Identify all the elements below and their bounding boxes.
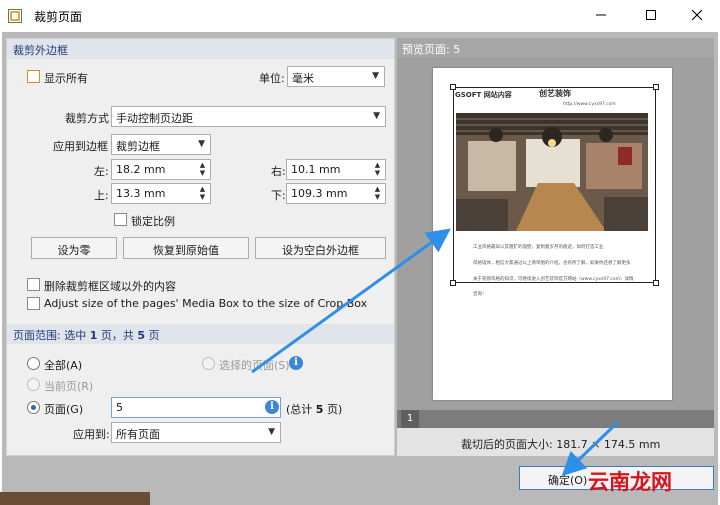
crop-margins-header: 裁剪外边框 (7, 39, 394, 59)
current-page-radio[interactable] (27, 378, 40, 391)
unit-select-value: 毫米 (292, 72, 314, 85)
apply-to-box-label: 应用到边框 (53, 140, 108, 153)
page-range-header: 页面范围: 选中 1 页，共 5 页 (7, 324, 394, 344)
crop-settings-panel: 裁剪外边框 显示所有 单位: 毫米 ▼ 裁剪方式 手动控制页边距 ▼ 应用到边框… (6, 38, 395, 456)
crop-rectangle[interactable] (450, 84, 659, 286)
apply-to-label: 应用到: (73, 428, 110, 441)
crop-handle-bottom-left[interactable] (450, 280, 456, 286)
apply-to-value: 所有页面 (116, 428, 160, 441)
left-margin-spinner[interactable]: 18.2 mm ▲ ▼ (111, 159, 211, 180)
total-pages-note: (总计 5 页) (286, 401, 342, 417)
top-margin-label: 上: (94, 189, 109, 202)
minimize-icon (596, 14, 606, 16)
current-page-label: 当前页(R) (44, 380, 94, 393)
pages-input[interactable]: 5 (111, 397, 281, 418)
right-margin-value: 10.1 mm (291, 163, 341, 176)
spin-up-icon[interactable]: ▲ (198, 185, 207, 193)
background-window-strip (0, 492, 150, 505)
selected-pages-label: 选择的页面(S) (219, 359, 290, 372)
close-button[interactable] (674, 0, 720, 30)
total-note-count: 5 (315, 403, 324, 416)
preview-header: 预览页面: 5 (397, 38, 714, 58)
unit-select[interactable]: 毫米 ▼ (287, 66, 385, 87)
left-margin-label: 左: (94, 165, 109, 178)
crop-method-label: 裁剪方式 (65, 112, 109, 125)
chevron-down-icon: ▼ (198, 139, 205, 149)
cropped-size-label: 裁切后的页面大小: 181.7 × 174.5 mm (461, 438, 661, 451)
spin-down-icon[interactable]: ▼ (198, 169, 207, 177)
maximize-button[interactable] (628, 0, 674, 30)
page-range-middle: 页，共 (100, 329, 134, 342)
info-icon[interactable]: i (265, 400, 279, 414)
watermark-text: 云南龙网 (588, 470, 672, 494)
all-pages-label: 全部(A) (44, 359, 83, 372)
chevron-down-icon: ▼ (373, 111, 380, 121)
delete-outside-label: 删除裁剪框区域以外的内容 (44, 280, 176, 293)
chevron-down-icon: ▼ (268, 427, 275, 437)
title-bar: 裁剪页面 (0, 0, 720, 32)
set-zero-button[interactable]: 设为零 (31, 237, 117, 259)
spin-up-icon[interactable]: ▲ (373, 185, 382, 193)
adjust-media-box-checkbox[interactable] (27, 297, 40, 310)
page-range-total-count: 5 (137, 329, 146, 342)
restore-original-button[interactable]: 恢复到原始值 (123, 237, 249, 259)
lock-ratio-label: 锁定比例 (131, 215, 175, 228)
page-thumbnail[interactable]: 1 (401, 410, 419, 428)
left-margin-value: 18.2 mm (116, 163, 166, 176)
apply-to-select[interactable]: 所有页面 ▼ (111, 422, 281, 443)
crop-method-select[interactable]: 手动控制页边距 ▼ (111, 106, 386, 127)
crop-method-value: 手动控制页边距 (116, 112, 193, 125)
crop-handle-top-right[interactable] (653, 84, 659, 90)
spin-down-icon[interactable]: ▼ (373, 193, 382, 201)
ok-button-label: 确定(O) (548, 474, 588, 487)
lock-ratio-checkbox[interactable] (114, 213, 127, 226)
pages-radio[interactable] (27, 401, 40, 414)
page-range-prefix: 页面范围: 选中 (13, 329, 87, 342)
top-margin-spinner[interactable]: 13.3 mm ▲ ▼ (111, 183, 211, 204)
preview-panel: 预览页面: 5 GSOFT 网站内容 创艺装饰 http://www.cyxs9… (397, 38, 714, 456)
selected-pages-radio[interactable] (202, 357, 215, 370)
delete-outside-checkbox[interactable] (27, 278, 40, 291)
minimize-button[interactable] (578, 0, 624, 30)
page-range-suffix: 页 (148, 329, 160, 342)
all-pages-radio[interactable] (27, 357, 40, 370)
bottom-margin-label: 下: (271, 189, 286, 202)
pages-input-value: 5 (116, 401, 123, 414)
spin-up-icon[interactable]: ▲ (373, 161, 382, 169)
top-margin-value: 13.3 mm (116, 187, 166, 200)
unit-label: 单位: (259, 72, 285, 85)
adjust-media-box-label: Adjust size of the pages' Media Box to t… (44, 297, 368, 310)
show-all-label: 显示所有 (44, 72, 88, 85)
spin-down-icon[interactable]: ▼ (373, 169, 382, 177)
total-note-suffix: 页) (326, 403, 343, 416)
page-range-selected-count: 1 (89, 329, 98, 342)
thumbnail-strip: 1 (397, 410, 714, 428)
show-all-checkbox[interactable] (27, 70, 40, 83)
apply-to-box-value: 裁剪边框 (116, 140, 160, 153)
close-icon (691, 9, 703, 21)
crop-handle-bottom-right[interactable] (653, 280, 659, 286)
window-title: 裁剪页面 (34, 10, 83, 24)
info-icon[interactable]: i (289, 356, 303, 370)
right-margin-label: 右: (271, 165, 286, 178)
spin-down-icon[interactable]: ▼ (198, 193, 207, 201)
bottom-margin-spinner[interactable]: 109.3 mm ▲ ▼ (286, 183, 386, 204)
app-icon (8, 9, 22, 23)
set-blank-margins-button[interactable]: 设为空白外边框 (255, 237, 386, 259)
apply-to-box-select[interactable]: 裁剪边框 ▼ (111, 134, 211, 155)
right-margin-spinner[interactable]: 10.1 mm ▲ ▼ (286, 159, 386, 180)
pages-label: 页面(G) (44, 403, 84, 416)
maximize-icon (646, 10, 656, 20)
preview-area: GSOFT 网站内容 创艺装饰 http://www.cyxs97.com 工业… (397, 58, 714, 410)
preview-page: GSOFT 网站内容 创艺装饰 http://www.cyxs97.com 工业… (433, 68, 672, 400)
chevron-down-icon: ▼ (372, 71, 379, 81)
bottom-margin-value: 109.3 mm (291, 187, 348, 200)
spin-up-icon[interactable]: ▲ (198, 161, 207, 169)
crop-handle-top-left[interactable] (450, 84, 456, 90)
total-note-prefix: (总计 (286, 403, 313, 416)
doc-line-4: 咨询！ (473, 292, 487, 297)
